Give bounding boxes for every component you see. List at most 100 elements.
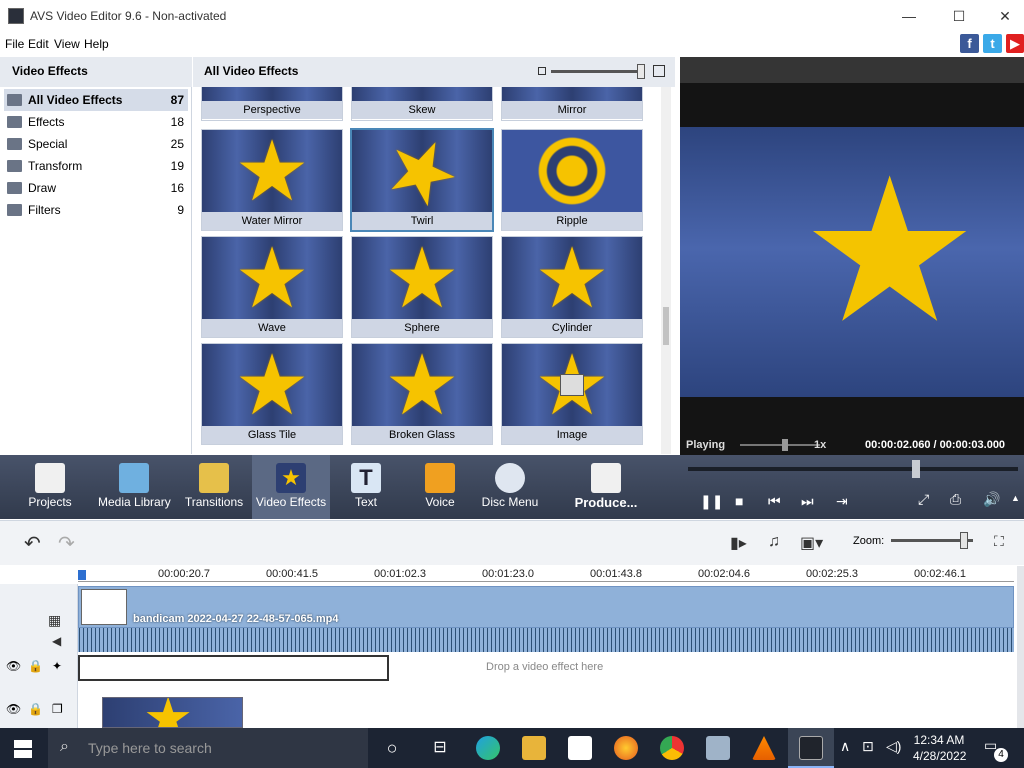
effect-thumbnail: ★ (352, 130, 492, 212)
lock-icon[interactable]: 🔒 (28, 659, 43, 673)
eye-icon[interactable]: 👁 (6, 702, 21, 716)
close-button[interactable]: ✕ (982, 0, 1024, 32)
menu-edit[interactable]: Edit (28, 37, 49, 51)
effect-tile[interactable]: ★ Water Mirror (201, 129, 343, 231)
small-thumbnail-icon[interactable] (538, 67, 546, 75)
video-clip[interactable]: bandicam 2022-04-27 22-48-57-065.mp4 (78, 586, 1014, 628)
chevron-up-icon[interactable]: ▲ (1011, 493, 1020, 503)
stop-icon[interactable]: ■ (735, 493, 743, 509)
monitor-icon[interactable]: ▣▾ (800, 533, 823, 553)
effect-tile[interactable]: ★ Sphere (351, 236, 493, 338)
eye-icon[interactable]: 👁 (6, 659, 21, 673)
speaker-icon[interactable]: ◀ (52, 634, 61, 648)
audio-waveform[interactable] (78, 628, 1014, 652)
film-strip-icon (119, 463, 149, 493)
seek-bar[interactable] (688, 467, 1018, 471)
voice-button[interactable]: Voice (414, 455, 466, 519)
transitions-button[interactable]: Transitions (184, 455, 244, 519)
edge-icon[interactable] (476, 736, 500, 760)
pause-icon[interactable]: ❚❚ (700, 493, 723, 510)
clock-time[interactable]: 12:34 AM (913, 733, 965, 747)
task-view-icon[interactable]: ○ (380, 736, 404, 760)
file-explorer-icon[interactable] (522, 736, 546, 760)
category-item[interactable]: All Video Effects 87 (4, 89, 188, 111)
large-thumbnail-icon[interactable] (653, 65, 665, 77)
minimize-button[interactable]: — (886, 0, 932, 32)
effect-tile[interactable]: ★Image (501, 343, 643, 445)
effect-tile[interactable]: ★ Cylinder (501, 236, 643, 338)
effect-tile[interactable]: Mirror (501, 87, 643, 121)
disc-menu-button[interactable]: Disc Menu (480, 455, 540, 519)
effect-tile[interactable]: ★ Glass Tile (201, 343, 343, 445)
youtube-icon[interactable]: ▶ (1006, 34, 1024, 53)
ruler-label: 00:02:25.3 (806, 568, 858, 580)
menu-help[interactable]: Help (84, 37, 109, 51)
video-effects-button[interactable]: ★ Video Effects (252, 455, 330, 519)
playhead-marker[interactable] (78, 570, 86, 580)
effect-tile[interactable]: Skew (351, 87, 493, 121)
slider-handle[interactable] (637, 64, 645, 79)
category-item[interactable]: Transform 19 (4, 155, 188, 177)
effect-tile-selected[interactable]: ★ Twirl (350, 128, 494, 232)
facebook-icon[interactable]: f (960, 34, 979, 53)
previous-frame-icon[interactable]: ⏮ (768, 493, 781, 510)
effect-track[interactable]: Drop a video effect here (78, 655, 1014, 681)
category-item[interactable]: Special 25 (4, 133, 188, 155)
clip-thumbnail (81, 589, 127, 625)
menu-file[interactable]: File (5, 37, 24, 51)
split-icon[interactable]: ⇥ (836, 493, 848, 510)
projects-button[interactable]: Projects (20, 455, 80, 519)
text-button[interactable]: T Text (340, 455, 392, 519)
category-item[interactable]: Effects 18 (4, 111, 188, 133)
effect-label: Skew (352, 101, 492, 119)
star-icon: ★ (276, 463, 306, 493)
redo-icon[interactable]: ↷ (58, 531, 75, 556)
network-icon[interactable]: ⊡ (862, 738, 874, 755)
volume-tray-icon[interactable]: ◁) (886, 738, 901, 755)
tray-chevron-icon[interactable]: ∧ (840, 738, 850, 755)
effect-drop-selection[interactable] (78, 655, 389, 681)
seek-handle[interactable] (912, 460, 920, 478)
effect-tile[interactable]: ★ Broken Glass (351, 343, 493, 445)
photo-app-icon[interactable] (706, 736, 730, 760)
grid-scrollbar[interactable] (661, 87, 671, 454)
chrome-icon[interactable] (660, 736, 684, 760)
effect-tile[interactable]: Perspective (201, 87, 343, 121)
thumbnail-size-slider[interactable] (551, 70, 643, 73)
category-item[interactable]: Draw 16 (4, 177, 188, 199)
drag-preview-thumbnail[interactable]: ★ (102, 697, 243, 728)
lock-icon[interactable]: 🔒 (28, 702, 43, 716)
menu-view[interactable]: View (54, 37, 80, 51)
timeline-scrollbar[interactable] (1017, 566, 1024, 728)
produce-button[interactable]: Produce... (572, 455, 640, 519)
speed-slider-handle[interactable] (782, 439, 788, 451)
zoom-handle[interactable] (960, 532, 968, 549)
fullscreen-icon[interactable]: ⤢ (918, 491, 929, 508)
scrollbar-thumb[interactable] (663, 307, 669, 345)
clock-date[interactable]: 4/28/2022 (913, 749, 966, 763)
category-item[interactable]: Filters 9 (4, 199, 188, 221)
next-frame-icon[interactable]: ⏭ (801, 493, 814, 510)
avs-taskbar-button[interactable] (788, 728, 834, 768)
maximize-button[interactable]: ☐ (936, 0, 982, 32)
windows-start-icon[interactable] (14, 740, 32, 758)
trim-icon[interactable]: ▮▸ (730, 533, 747, 553)
fit-timeline-icon[interactable]: ⛶ (994, 533, 1004, 550)
volume-icon[interactable]: 🔊 (983, 491, 1000, 508)
effect-tile[interactable]: Ripple (501, 129, 643, 231)
effect-thumbnail: ★ (202, 130, 342, 212)
firefox-icon[interactable] (614, 736, 638, 760)
undo-icon[interactable]: ↶ (24, 531, 41, 556)
speed-slider[interactable] (740, 444, 820, 446)
timeline-ruler[interactable]: 00:00:20.7 00:00:41.5 00:01:02.3 00:01:2… (78, 566, 1018, 584)
vlc-icon[interactable] (752, 736, 776, 760)
twitter-icon[interactable]: t (983, 34, 1002, 53)
store-icon[interactable] (568, 736, 592, 760)
main-toolbar: Projects Media Library Transitions ★ Vide… (0, 455, 1024, 519)
snapshot-icon[interactable]: ⎙ (950, 491, 961, 508)
task-switch-icon[interactable]: ⊟ (428, 736, 452, 760)
search-box[interactable]: ⌕ Type here to search (48, 728, 368, 768)
media-library-button[interactable]: Media Library (98, 455, 171, 519)
effect-tile[interactable]: ★ Wave (201, 236, 343, 338)
audio-mixer-icon[interactable]: ♫ (768, 533, 780, 551)
